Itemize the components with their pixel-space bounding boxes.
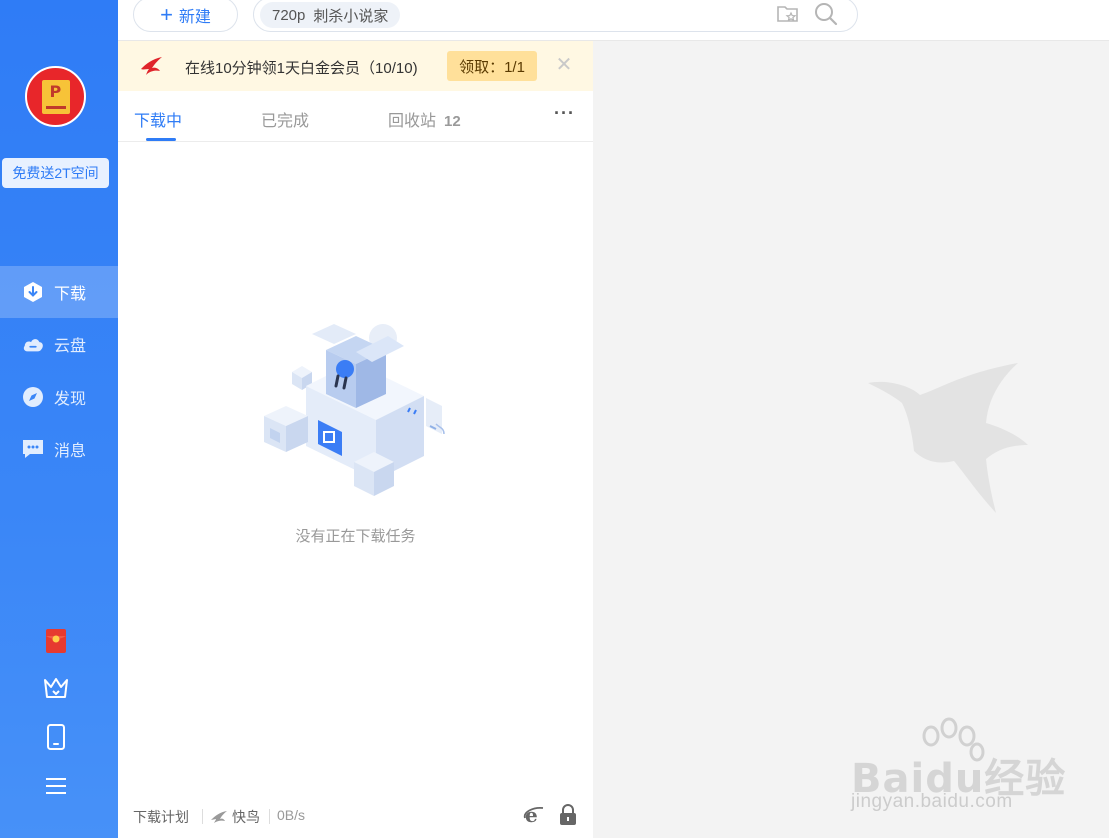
search-chip-quality: 720p: [272, 6, 306, 24]
phone-icon[interactable]: [42, 723, 70, 751]
tab-downloading[interactable]: 下载中: [134, 107, 182, 131]
cloud-icon: [22, 333, 44, 355]
search-chip-text: 刺杀小说家: [313, 7, 389, 25]
empty-box-illustration: [258, 316, 458, 501]
download-tabs: 下载中 已完成 回收站 12 ···: [118, 91, 593, 142]
sidebar-item-label: 下载: [54, 286, 87, 303]
download-speed: 0B/s: [277, 807, 306, 823]
thunder-bird-watermark-icon: [868, 361, 1033, 516]
baidu-watermark-url: jingyan.baidu.com: [851, 791, 1013, 812]
download-panel: 在线10分钟领1天白金会员（10/10) 领取：1/1 ✕ 下载中 已完成 回收…: [118, 41, 593, 838]
search-suggestion-chip[interactable]: 720p 刺杀小说家: [260, 2, 401, 28]
active-tab-indicator: [146, 138, 176, 141]
fast-bird-label: 快鸟: [232, 809, 260, 825]
crown-icon[interactable]: [42, 674, 70, 702]
tab-label: 回收站: [388, 113, 437, 130]
fast-bird-icon: [211, 811, 227, 823]
banner-text: 在线10分钟领1天白金会员（10/10): [185, 60, 418, 77]
sidebar-item-cloud[interactable]: 云盘: [0, 318, 118, 370]
new-task-label: 新建: [178, 8, 211, 26]
detail-area: Baidu经验 jingyan.baidu.com: [593, 41, 1109, 838]
red-envelope-icon[interactable]: [42, 627, 70, 655]
divider: [202, 809, 203, 824]
download-plan-link[interactable]: 下载计划: [133, 807, 189, 827]
sidebar-item-label: 发现: [54, 391, 87, 408]
sidebar-item-label: 消息: [54, 443, 87, 460]
plus-icon: +: [160, 1, 173, 27]
free-space-promo-button[interactable]: 免费送2T空间: [2, 158, 109, 188]
search-input[interactable]: 720p 刺杀小说家: [253, 0, 858, 32]
avatar-image: [41, 79, 70, 114]
status-bar: 下载计划 快鸟 0B/s e: [118, 797, 593, 838]
sidebar-item-label: 云盘: [54, 338, 87, 355]
more-options-icon[interactable]: ···: [554, 104, 576, 122]
empty-state-text: 没有正在下载任务: [295, 528, 416, 545]
lock-icon[interactable]: [558, 804, 578, 826]
tab-completed[interactable]: 已完成: [261, 107, 309, 131]
avatar[interactable]: [25, 66, 86, 127]
divider: [269, 809, 270, 824]
download-icon: [22, 281, 44, 303]
fast-bird-button[interactable]: 快鸟: [210, 807, 260, 827]
sidebar-item-download[interactable]: 下载: [0, 266, 118, 318]
tab-recycle-bin[interactable]: 回收站 12: [388, 107, 461, 131]
new-task-button[interactable]: + 新建: [133, 0, 238, 32]
compass-icon: [22, 386, 44, 408]
recycle-count-badge: 12: [444, 113, 461, 130]
search-icon[interactable]: [814, 2, 838, 26]
message-icon: [22, 438, 44, 460]
ie-browser-icon[interactable]: e: [523, 803, 545, 827]
membership-banner: 在线10分钟领1天白金会员（10/10) 领取：1/1 ✕: [118, 41, 593, 91]
menu-icon[interactable]: [42, 772, 70, 800]
folder-star-icon[interactable]: [776, 3, 800, 25]
sidebar-item-discover[interactable]: 发现: [0, 371, 118, 423]
sidebar-item-messages[interactable]: 消息: [0, 423, 118, 475]
thunder-bird-logo-icon: [140, 55, 164, 77]
close-icon[interactable]: ✕: [554, 53, 574, 77]
sidebar: 免费送2T空间 下载 云盘 发现 消息: [0, 0, 118, 838]
claim-button[interactable]: 领取：1/1: [447, 51, 537, 81]
topbar: + 新建 720p 刺杀小说家: [118, 0, 1109, 41]
